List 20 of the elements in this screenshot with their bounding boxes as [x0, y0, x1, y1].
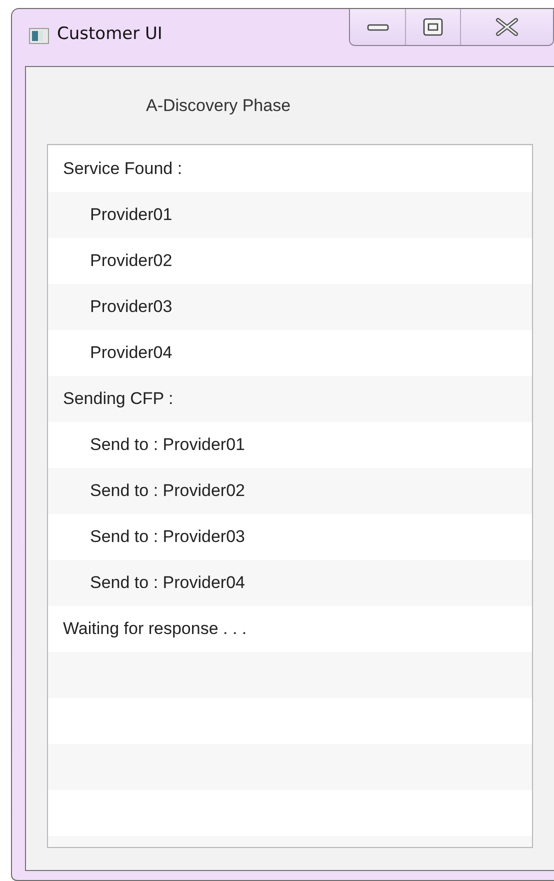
- log-entry: Service Found :: [63, 159, 182, 179]
- log-entry: Waiting for response . . .: [63, 619, 247, 639]
- log-entry: Send to : Provider03: [90, 527, 245, 547]
- log-entry: Provider02: [90, 251, 172, 271]
- log-entry: Sending CFP :: [63, 389, 174, 409]
- close-icon: [495, 18, 519, 36]
- close-button[interactable]: [460, 9, 553, 45]
- log-entry: Send to : Provider01: [90, 435, 245, 455]
- log-entry: Send to : Provider02: [90, 481, 245, 501]
- minimize-button[interactable]: [350, 9, 405, 45]
- log-entry: Provider03: [90, 297, 172, 317]
- app-icon: [29, 28, 49, 44]
- maximize-button[interactable]: [405, 9, 460, 45]
- log-entry: Send to : Provider04: [90, 573, 245, 593]
- window-title: Customer UI: [57, 24, 162, 44]
- log-entry: Provider04: [90, 343, 172, 363]
- phase-heading: A-Discovery Phase: [145, 94, 292, 116]
- maximize-icon: [423, 18, 443, 36]
- minimize-icon: [366, 22, 388, 32]
- log-entry: Provider01: [90, 205, 172, 225]
